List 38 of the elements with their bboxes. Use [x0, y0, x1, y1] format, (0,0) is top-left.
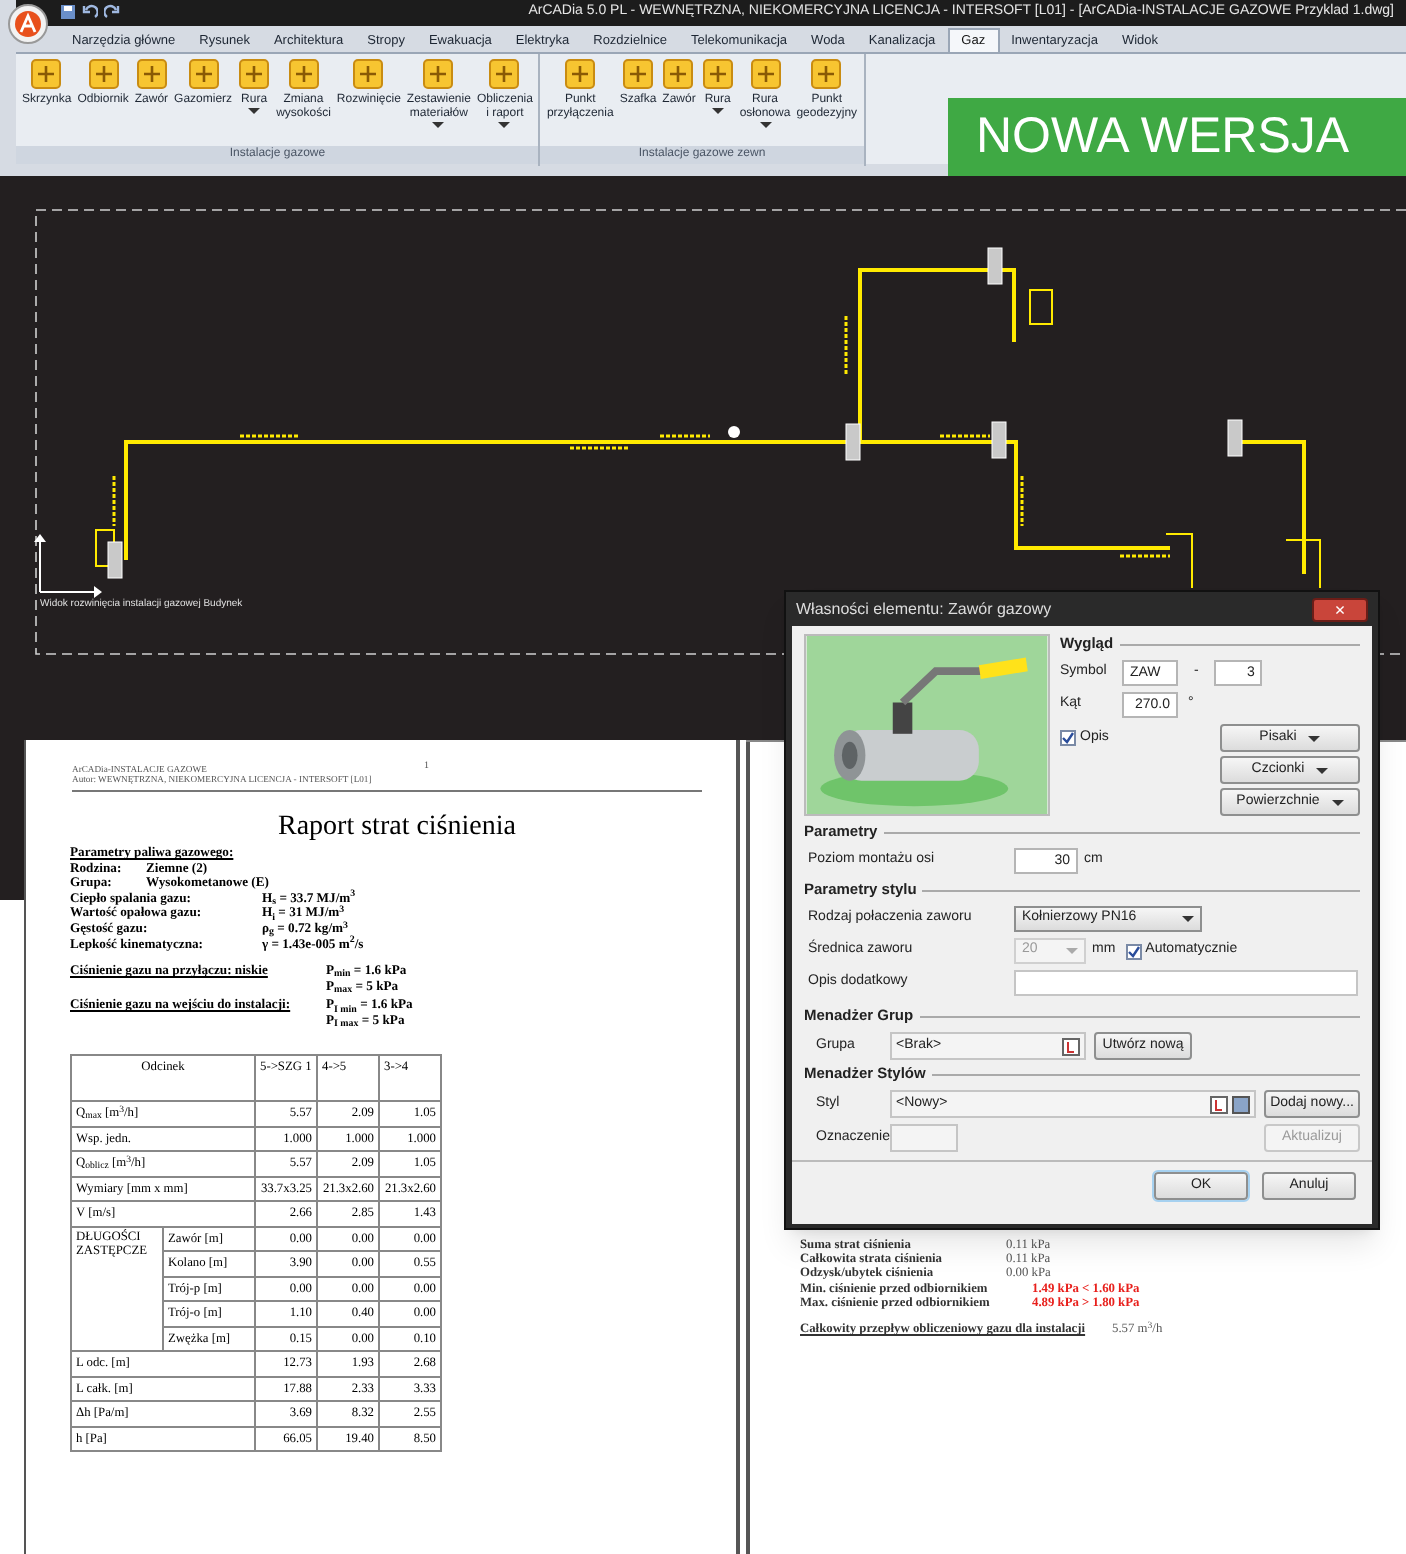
designation-field[interactable]: [890, 1124, 958, 1152]
caret-icon: [432, 122, 445, 128]
picker-icon: [1210, 1095, 1250, 1113]
description-field[interactable]: [1014, 970, 1358, 996]
caret-icon: [1066, 948, 1078, 954]
redo-icon: [104, 4, 120, 20]
tool-icon: [87, 58, 120, 90]
caret-icon: [498, 122, 511, 128]
checkbox[interactable]: [1125, 943, 1142, 959]
tool-icon: [749, 58, 781, 90]
tool-icon: [564, 58, 597, 90]
caret-icon: [759, 122, 771, 128]
tool-icon: [352, 58, 385, 90]
undo-icon: [82, 4, 98, 20]
close-button[interactable]: ×: [1312, 597, 1368, 621]
dialog-title: Własności elementu: Zawór gazowy: [796, 597, 1052, 621]
report-title: Raport strat ciśnienia: [278, 812, 516, 844]
tool-icon: [662, 58, 695, 90]
tool-icon: [810, 58, 843, 90]
tool-icon: [187, 58, 220, 90]
tool-icon: [621, 58, 654, 90]
promo-banner: NOWA WERSJA: [948, 98, 1406, 176]
tool-icon: [701, 58, 734, 90]
picker-icon: [1062, 1037, 1080, 1055]
tool-icon: [238, 58, 271, 90]
tool-icon: [287, 58, 320, 90]
caret-icon: [1316, 767, 1329, 773]
tool-icon: [135, 58, 168, 90]
app-logo-icon[interactable]: [8, 4, 48, 44]
caret-icon: [711, 108, 724, 114]
caret-icon: [1331, 799, 1344, 805]
tool-icon: [30, 58, 63, 90]
caret-icon: [248, 108, 261, 114]
save-icon: [60, 4, 76, 20]
checkbox[interactable]: [1060, 730, 1076, 747]
tool-icon: [422, 58, 455, 90]
tool-icon: [488, 58, 521, 90]
caret-icon: [1182, 916, 1194, 922]
